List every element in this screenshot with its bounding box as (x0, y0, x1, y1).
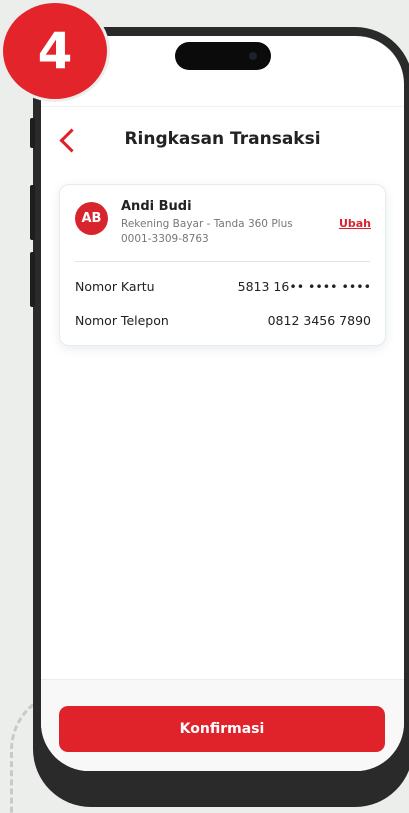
card-divider (75, 261, 370, 262)
account-type: Rekening Bayar - Tanda 360 Plus (121, 218, 293, 230)
change-account-link[interactable]: Ubah (339, 217, 371, 230)
phone-volume-down (30, 252, 35, 307)
phone-side-button (30, 118, 35, 148)
step-number-badge: 4 (3, 3, 107, 99)
footer-divider (41, 679, 404, 680)
phone-number-value: 0812 3456 7890 (267, 313, 371, 328)
page-title: Ringkasan Transaksi (124, 129, 321, 149)
phone-screen: Ringkasan Transaksi AB Andi Budi Rekenin… (41, 36, 404, 771)
avatar: AB (75, 202, 108, 235)
phone-volume-up (30, 185, 35, 240)
header-divider (41, 106, 404, 107)
transaction-summary-card: AB Andi Budi Rekening Bayar - Tanda 360 … (59, 184, 386, 346)
account-holder-name: Andi Budi (121, 199, 192, 214)
confirm-button[interactable]: Konfirmasi (59, 706, 385, 752)
dynamic-island (175, 42, 271, 70)
card-number-value: 5813 16•• •••• •••• (237, 279, 371, 294)
phone-number-label: Nomor Telepon (75, 313, 169, 328)
camera-icon (249, 52, 257, 60)
account-number: 0001-3309-8763 (121, 233, 209, 245)
card-number-label: Nomor Kartu (75, 279, 155, 294)
